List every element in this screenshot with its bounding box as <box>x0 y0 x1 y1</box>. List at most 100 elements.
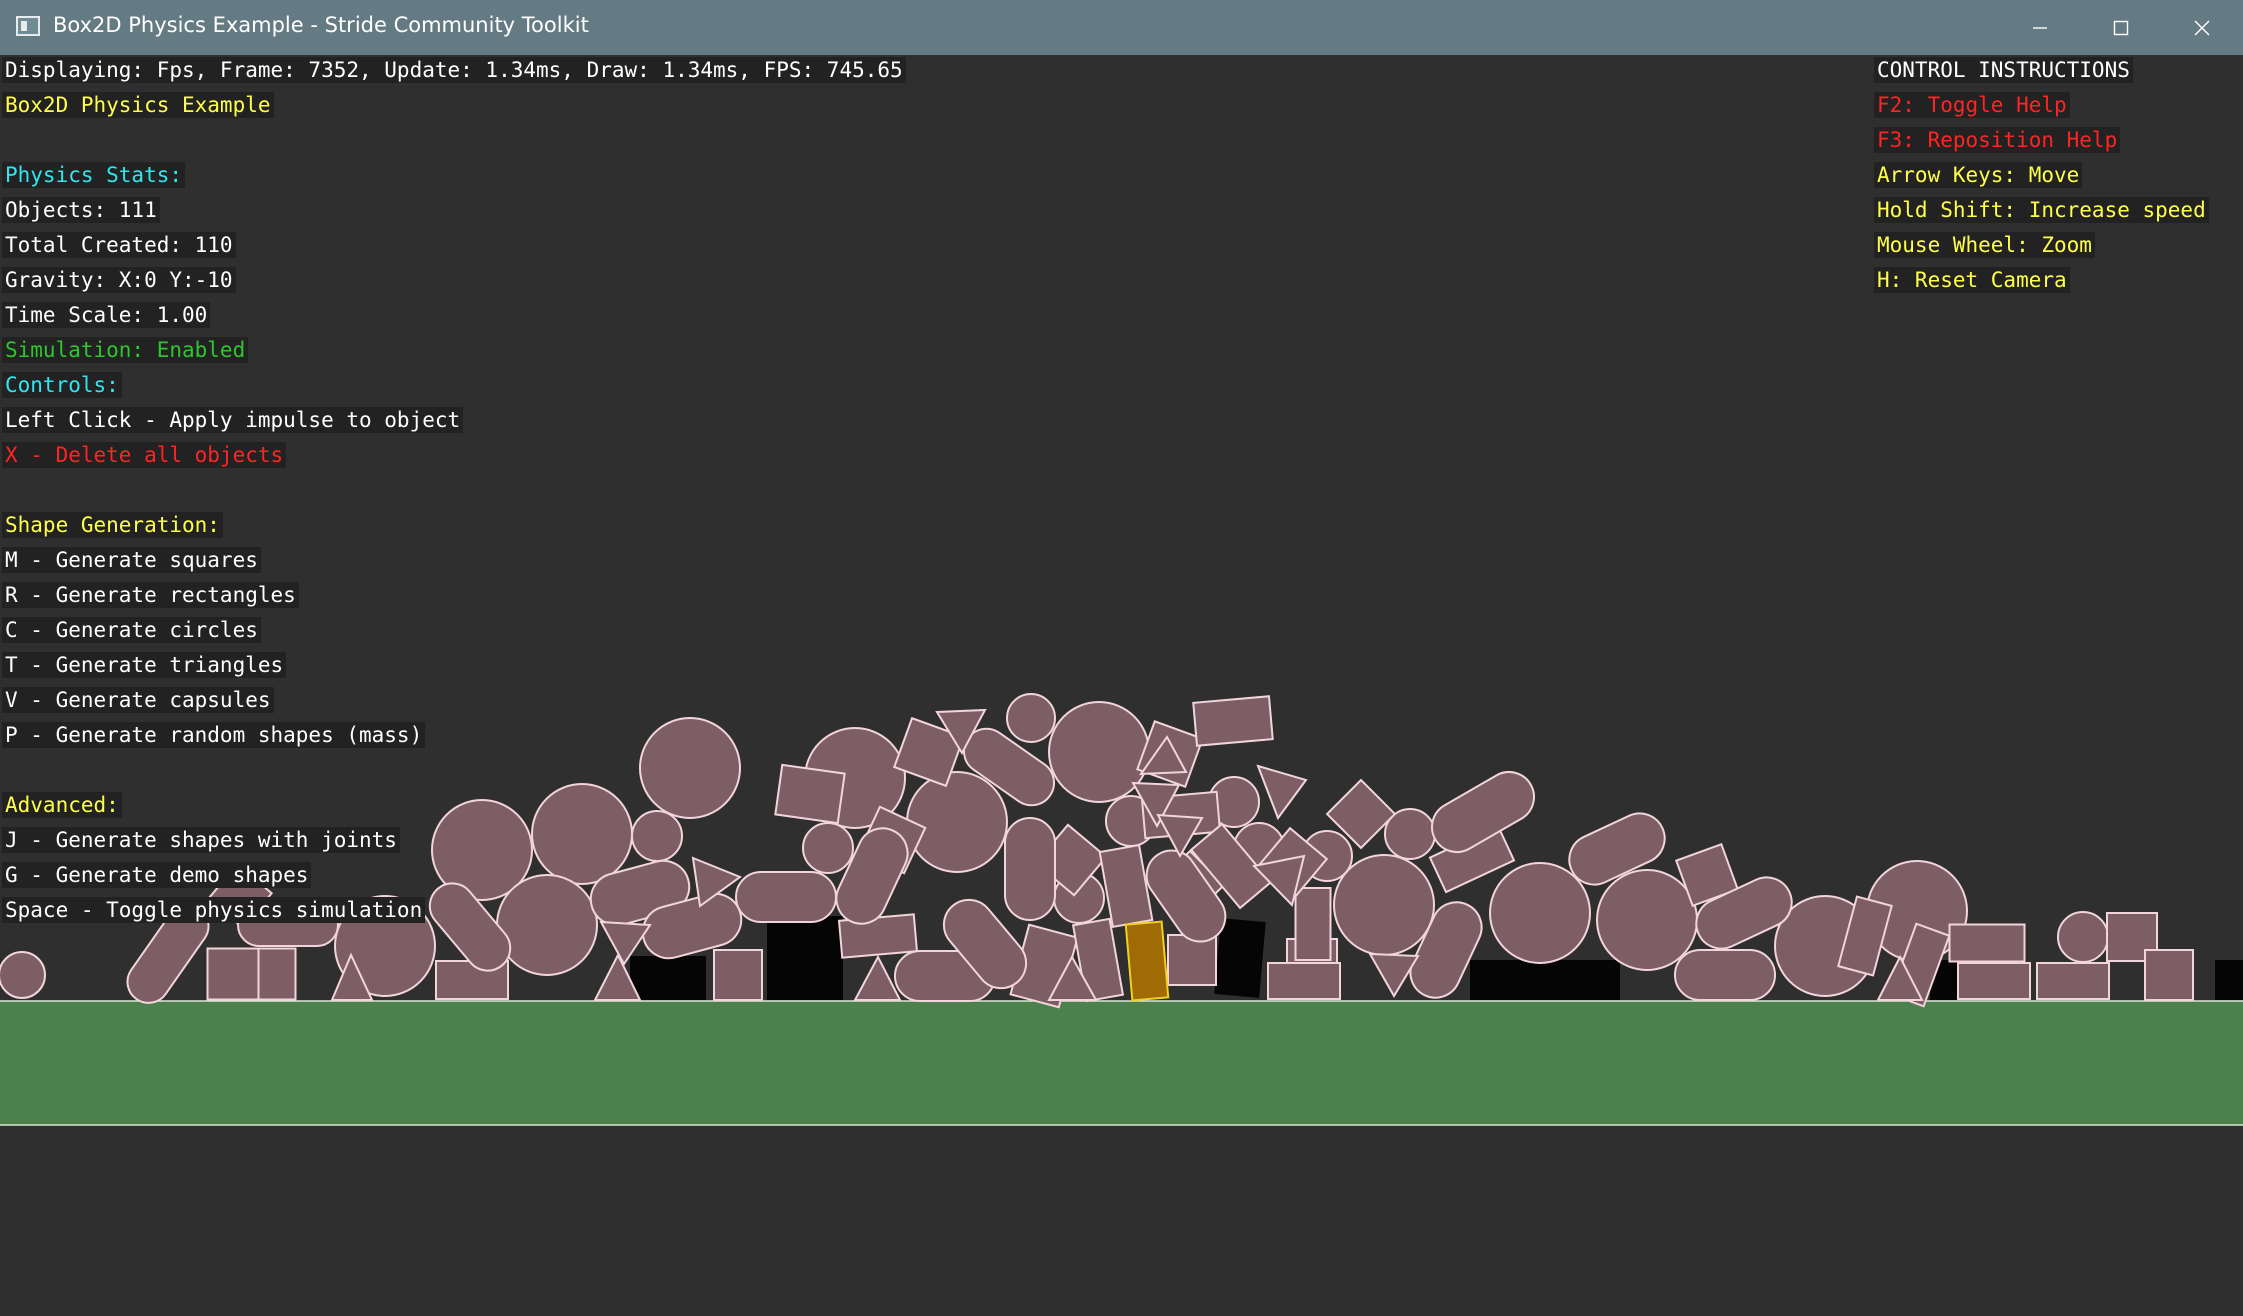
hud-left-line: Box2D Physics Example <box>2 91 906 126</box>
sleeping-body[interactable] <box>630 956 706 1000</box>
hud-left-line: Space - Toggle physics simulation <box>2 896 906 931</box>
hud-left-text: C - Generate circles <box>2 617 261 643</box>
hud-left-line: Gravity: X:0 Y:-10 <box>2 266 906 301</box>
hud-left-text: P - Generate random shapes (mass) <box>2 722 426 748</box>
hud-left-line: X - Delete all objects <box>2 441 906 476</box>
hud-left-text: Space - Toggle physics simulation <box>2 897 426 923</box>
physics-box[interactable] <box>2144 949 2194 1001</box>
physics-stats-overlay: Displaying: Fps, Frame: 7352, Update: 1.… <box>2 56 906 931</box>
hud-left-text: Controls: <box>2 372 122 398</box>
hud-right-line: H: Reset Camera <box>1874 266 2209 301</box>
hud-left-text: Physics Stats: <box>2 162 186 188</box>
hud-right-line: Arrow Keys: Move <box>1874 161 2209 196</box>
hud-left-text: J - Generate shapes with joints <box>2 827 400 853</box>
hud-left-line: P - Generate random shapes (mass) <box>2 721 906 756</box>
hud-left-text: V - Generate capsules <box>2 687 274 713</box>
hud-left-text: Objects: 111 <box>2 197 160 223</box>
physics-box[interactable] <box>713 949 763 1001</box>
hud-left-line: M - Generate squares <box>2 546 906 581</box>
physics-triangle[interactable] <box>853 954 902 1001</box>
physics-circle[interactable] <box>0 951 46 999</box>
hud-right-line: Hold Shift: Increase speed <box>1874 196 2209 231</box>
selected-body[interactable] <box>1124 920 1170 1002</box>
physics-circle[interactable] <box>1048 701 1150 803</box>
hud-left-line <box>2 476 906 511</box>
hud-left-line <box>2 126 906 161</box>
physics-triangle[interactable] <box>1256 764 1308 821</box>
hud-left-line: Left Click - Apply impulse to object <box>2 406 906 441</box>
control-instructions-overlay: CONTROL INSTRUCTIONS F2: Toggle Help F3: R… <box>1874 56 2209 301</box>
physics-circle[interactable] <box>2057 911 2109 963</box>
hud-left-line: V - Generate capsules <box>2 686 906 721</box>
hud-right-text: Arrow Keys: Move <box>1874 162 2083 188</box>
physics-box[interactable] <box>1167 934 1217 986</box>
minimize-button[interactable] <box>2000 0 2080 55</box>
physics-box[interactable] <box>1098 843 1154 929</box>
hud-left-text: Gravity: X:0 Y:-10 <box>2 267 236 293</box>
physics-box[interactable] <box>1267 962 1341 1000</box>
hud-left-line: J - Generate shapes with joints <box>2 826 906 861</box>
hud-left-text: T - Generate triangles <box>2 652 287 678</box>
physics-circle[interactable] <box>1489 862 1591 964</box>
hud-right-text: F2: Toggle Help <box>1874 92 2070 118</box>
hud-left-text: Displaying: Fps, Frame: 7352, Update: 1.… <box>2 57 906 83</box>
maximize-icon <box>2113 20 2129 35</box>
physics-circle[interactable] <box>1333 854 1435 956</box>
hud-left-text: M - Generate squares <box>2 547 261 573</box>
hud-left-line: C - Generate circles <box>2 616 906 651</box>
physics-box[interactable] <box>2036 962 2110 1000</box>
sleeping-body[interactable] <box>2215 960 2243 1000</box>
hud-left-text: G - Generate demo shapes <box>2 862 312 888</box>
close-button[interactable] <box>2162 0 2242 55</box>
hud-left-line: Simulation: Enabled <box>2 336 906 371</box>
hud-left-text: Simulation: Enabled <box>2 337 249 363</box>
hud-left-text: Shape Generation: <box>2 512 223 538</box>
hud-left-line: G - Generate demo shapes <box>2 861 906 896</box>
close-icon <box>2194 20 2210 35</box>
hud-left-line: Shape Generation: <box>2 511 906 546</box>
physics-capsule[interactable] <box>1674 949 1776 1001</box>
hud-right-line: F3: Reposition Help <box>1874 126 2209 161</box>
sleeping-body[interactable] <box>1470 960 1620 1000</box>
physics-capsule[interactable] <box>1004 817 1056 921</box>
hud-left-line: Advanced: <box>2 791 906 826</box>
hud-left-line: Total Created: 110 <box>2 231 906 266</box>
hud-left-line: Time Scale: 1.00 <box>2 301 906 336</box>
hud-right-line: CONTROL INSTRUCTIONS <box>1874 56 2209 91</box>
window-title: Box2D Physics Example - Stride Community… <box>53 13 589 37</box>
ground-body[interactable] <box>0 1001 2243 1125</box>
hud-right-text: CONTROL INSTRUCTIONS <box>1874 57 2133 83</box>
physics-box[interactable] <box>1192 695 1274 747</box>
physics-circle[interactable] <box>1596 869 1698 971</box>
hud-right-line: Mouse Wheel: Zoom <box>1874 231 2209 266</box>
hud-right-text: H: Reset Camera <box>1874 267 2070 293</box>
hud-left-line: R - Generate rectangles <box>2 581 906 616</box>
game-viewport[interactable]: Displaying: Fps, Frame: 7352, Update: 1.… <box>0 55 2243 1316</box>
physics-circle[interactable] <box>906 771 1008 873</box>
physics-box[interactable] <box>206 947 260 1001</box>
physics-box[interactable] <box>1948 923 2026 963</box>
hud-right-text: Mouse Wheel: Zoom <box>1874 232 2095 258</box>
hud-left-text: R - Generate rectangles <box>2 582 299 608</box>
hud-left-line: Displaying: Fps, Frame: 7352, Update: 1.… <box>2 56 906 91</box>
hud-left-line: T - Generate triangles <box>2 651 906 686</box>
hud-right-line: F2: Toggle Help <box>1874 91 2209 126</box>
title-bar[interactable]: Box2D Physics Example - Stride Community… <box>0 0 2243 55</box>
physics-box[interactable] <box>1957 962 2031 1000</box>
app-window: Box2D Physics Example - Stride Community… <box>0 0 2243 1316</box>
hud-left-text: Total Created: 110 <box>2 232 236 258</box>
hud-left-line: Physics Stats: <box>2 161 906 196</box>
physics-circle[interactable] <box>1006 693 1056 743</box>
hud-right-text: Hold Shift: Increase speed <box>1874 197 2209 223</box>
hud-left-line <box>2 756 906 791</box>
hud-right-text: F3: Reposition Help <box>1874 127 2121 153</box>
hud-left-text: Left Click - Apply impulse to object <box>2 407 464 433</box>
hud-left-text: X - Delete all objects <box>2 442 287 468</box>
minimize-icon <box>2033 26 2047 29</box>
hud-left-text: Box2D Physics Example <box>2 92 274 118</box>
app-icon <box>16 16 40 36</box>
physics-box[interactable] <box>1294 887 1332 961</box>
maximize-button[interactable] <box>2081 0 2161 55</box>
hud-left-line: Controls: <box>2 371 906 406</box>
hud-left-line: Objects: 111 <box>2 196 906 231</box>
